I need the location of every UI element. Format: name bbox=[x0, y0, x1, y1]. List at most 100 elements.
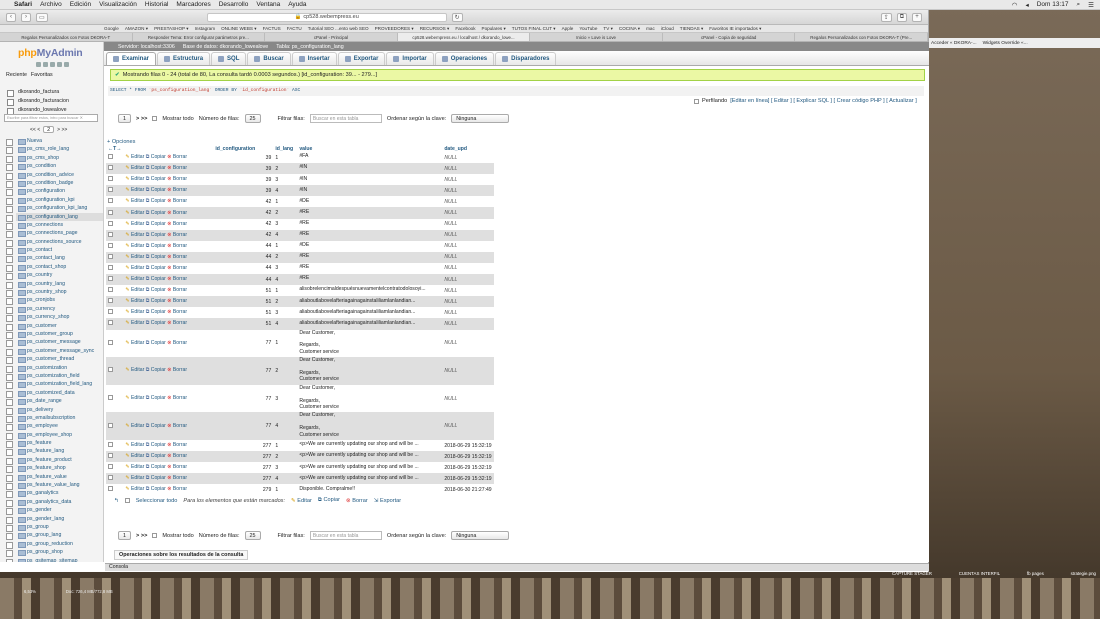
cell-id-lang[interactable]: 1 bbox=[273, 440, 298, 452]
copy-button[interactable]: ⧉ Copiar bbox=[144, 232, 166, 238]
cell-value[interactable]: Dear Customer, Regards, Customer service bbox=[297, 329, 443, 358]
tab-exportar[interactable]: Exportar bbox=[337, 52, 386, 65]
table-list-item[interactable]: ps_customized_data bbox=[6, 389, 103, 399]
copy-button[interactable]: ⧉ Copiar bbox=[144, 210, 166, 216]
edit-button[interactable]: ✎ Editar bbox=[125, 320, 144, 326]
table-list-item[interactable]: ps_contact_lang bbox=[6, 254, 103, 264]
next-page-button[interactable]: > >> bbox=[136, 116, 147, 122]
tab-buscar[interactable]: Buscar bbox=[247, 52, 291, 65]
cell-value[interactable]: aliaboutlabovelafteriagainagainstaliliam… bbox=[297, 307, 443, 319]
column-value[interactable]: value bbox=[297, 145, 442, 152]
copy-button[interactable]: ⧉ Copiar bbox=[144, 442, 166, 448]
cell-id-lang[interactable]: 2 bbox=[273, 357, 298, 385]
bookmark-item[interactable]: Google bbox=[104, 26, 119, 31]
tabs-overview-icon[interactable]: ⧉ bbox=[896, 12, 907, 22]
copy-button[interactable]: ⧉ Copiar bbox=[144, 243, 166, 249]
cell-id-configuration[interactable]: 277 bbox=[213, 440, 274, 452]
cell-date-upd[interactable]: NULL bbox=[442, 357, 494, 385]
table-list-item[interactable]: ps_feature_product bbox=[6, 456, 103, 466]
delete-button[interactable]: ⊗ Borrar bbox=[166, 442, 187, 448]
copy-button[interactable]: ⧉ Copiar bbox=[144, 475, 166, 481]
cell-id-lang[interactable]: 2 bbox=[273, 163, 298, 175]
table-list-item[interactable]: ps_contact_shop bbox=[6, 263, 103, 273]
cell-value[interactable]: aliaboutlabovelafteriagainagainstaliliam… bbox=[297, 296, 443, 308]
rows-select[interactable]: 25 bbox=[244, 114, 261, 123]
row-checkbox[interactable] bbox=[108, 339, 113, 345]
table-list-item[interactable]: ps_customer_thread bbox=[6, 355, 103, 365]
cell-id-configuration[interactable]: 39 bbox=[213, 163, 274, 175]
docs-icon[interactable] bbox=[50, 62, 55, 67]
edit-button[interactable]: ✎ Editar bbox=[125, 265, 144, 271]
table-list-item[interactable]: ps_group_reduction bbox=[6, 540, 103, 550]
cell-id-lang[interactable]: 2 bbox=[273, 451, 298, 463]
row-checkbox[interactable] bbox=[108, 209, 113, 215]
cell-date-upd[interactable]: NULL bbox=[442, 218, 494, 230]
show-all-checkbox-bottom[interactable] bbox=[152, 533, 158, 538]
delete-button[interactable]: ⊗ Borrar bbox=[166, 309, 187, 315]
cell-date-upd[interactable]: 2018-06-29 15:32:19 bbox=[442, 451, 494, 463]
copy-button[interactable]: ⧉ Copiar bbox=[144, 265, 166, 271]
cell-id-configuration[interactable]: 44 bbox=[213, 262, 274, 275]
delete-button[interactable]: ⊗ Borrar bbox=[166, 298, 187, 304]
delete-button[interactable]: ⊗ Borrar bbox=[166, 423, 187, 429]
tab-disparadores[interactable]: Disparadores bbox=[495, 52, 557, 65]
copy-button[interactable]: ⧉ Copiar bbox=[144, 464, 166, 470]
wifi-icon[interactable]: ◠ bbox=[1012, 1, 1018, 9]
table-list-item[interactable]: ps_condition bbox=[6, 162, 103, 172]
cell-id-lang[interactable]: 3 bbox=[273, 307, 298, 319]
cell-value[interactable]: #RE bbox=[297, 262, 443, 275]
table-list-item[interactable]: ps_employee bbox=[6, 422, 103, 432]
copy-button[interactable]: ⧉ Copiar bbox=[144, 221, 166, 227]
filter-input[interactable]: Buscar en esta tabla bbox=[309, 114, 382, 123]
home-icon[interactable] bbox=[36, 62, 41, 67]
cell-date-upd[interactable]: 2018-06-29 15:32:19 bbox=[442, 473, 494, 485]
cell-id-lang[interactable]: 1 bbox=[273, 285, 298, 297]
cell-date-upd[interactable]: NULL bbox=[442, 185, 494, 197]
bookmark-item[interactable]: iCloud bbox=[661, 26, 674, 31]
cell-value[interactable]: alisobrelencimaldespuésnuevamentelcontra… bbox=[297, 285, 443, 297]
delete-button[interactable]: ⊗ Borrar bbox=[166, 367, 187, 373]
bookmark-item[interactable]: TV ▾ bbox=[603, 26, 612, 32]
table-list-item[interactable]: ps_customer_group bbox=[6, 330, 103, 340]
sidebar-next[interactable]: > >> bbox=[57, 127, 67, 133]
table-list-item[interactable]: ps_condition_badge bbox=[6, 179, 103, 189]
tab-insertar[interactable]: Insertar bbox=[291, 52, 337, 65]
bookmark-item[interactable]: Tutorial SEO ...ento web SEO bbox=[308, 26, 369, 31]
delete-button[interactable]: ⊗ Borrar bbox=[166, 198, 187, 204]
table-list-item[interactable]: ps_configuration_kpi_lang bbox=[6, 204, 103, 214]
menu-ayuda[interactable]: Ayuda bbox=[288, 1, 306, 8]
cell-date-upd[interactable]: NULL bbox=[442, 285, 494, 297]
cell-id-lang[interactable]: 1 bbox=[273, 484, 298, 496]
table-list-item[interactable]: ps_customer_message bbox=[6, 338, 103, 348]
edit-button[interactable]: ✎ Editar bbox=[125, 395, 144, 401]
menu-safari[interactable]: Safari bbox=[14, 1, 32, 8]
table-list-item[interactable]: ps_group_lang bbox=[6, 531, 103, 541]
cell-id-configuration[interactable]: 277 bbox=[213, 451, 274, 463]
cell-date-upd[interactable]: 2018-06-29 15:32:19 bbox=[442, 462, 494, 474]
sql-query[interactable]: SELECT * FROM `ps_configuration_lang` OR… bbox=[108, 86, 924, 96]
crumb-table[interactable]: Tabla: ps_configuration_lang bbox=[276, 44, 343, 50]
edit-button[interactable]: ✎ Editar bbox=[125, 221, 144, 227]
copy-button[interactable]: ⧉ Copiar bbox=[144, 154, 166, 160]
tab-importar[interactable]: Importar bbox=[386, 52, 434, 65]
copy-button[interactable]: ⧉ Copiar bbox=[144, 320, 166, 326]
edit-button[interactable]: ✎ Editar bbox=[125, 486, 144, 492]
row-checkbox[interactable] bbox=[108, 320, 113, 326]
edit-button[interactable]: ✎ Editar bbox=[125, 367, 144, 373]
table-list-item[interactable]: ps_date_range bbox=[6, 397, 103, 407]
desktop-item[interactable]: CUENTAS INTERFIL bbox=[959, 571, 1000, 576]
table-list-item[interactable]: ps_feature_lang bbox=[6, 447, 103, 457]
table-list-item[interactable]: ps_connections bbox=[6, 221, 103, 231]
edit-button[interactable]: ✎ Editar bbox=[125, 176, 144, 182]
edit-button[interactable]: ✎ Editar bbox=[125, 187, 144, 193]
edit-button[interactable]: ✎ Editar bbox=[125, 475, 144, 481]
bookmark-item[interactable]: Facebook bbox=[455, 26, 475, 31]
reload-icon[interactable]: ↻ bbox=[451, 12, 463, 22]
table-list-item[interactable]: ps_group_shop bbox=[6, 548, 103, 558]
cell-id-lang[interactable]: 4 bbox=[273, 412, 298, 440]
table-list-item[interactable]: ps_country_shop bbox=[6, 288, 103, 298]
menu-edicion[interactable]: Edición bbox=[70, 1, 91, 8]
table-list-item[interactable]: ps_employee_shop bbox=[6, 431, 103, 441]
delete-button[interactable]: ⊗ Borrar bbox=[166, 486, 187, 492]
table-list-item[interactable]: ps_cronjobs bbox=[6, 296, 103, 306]
